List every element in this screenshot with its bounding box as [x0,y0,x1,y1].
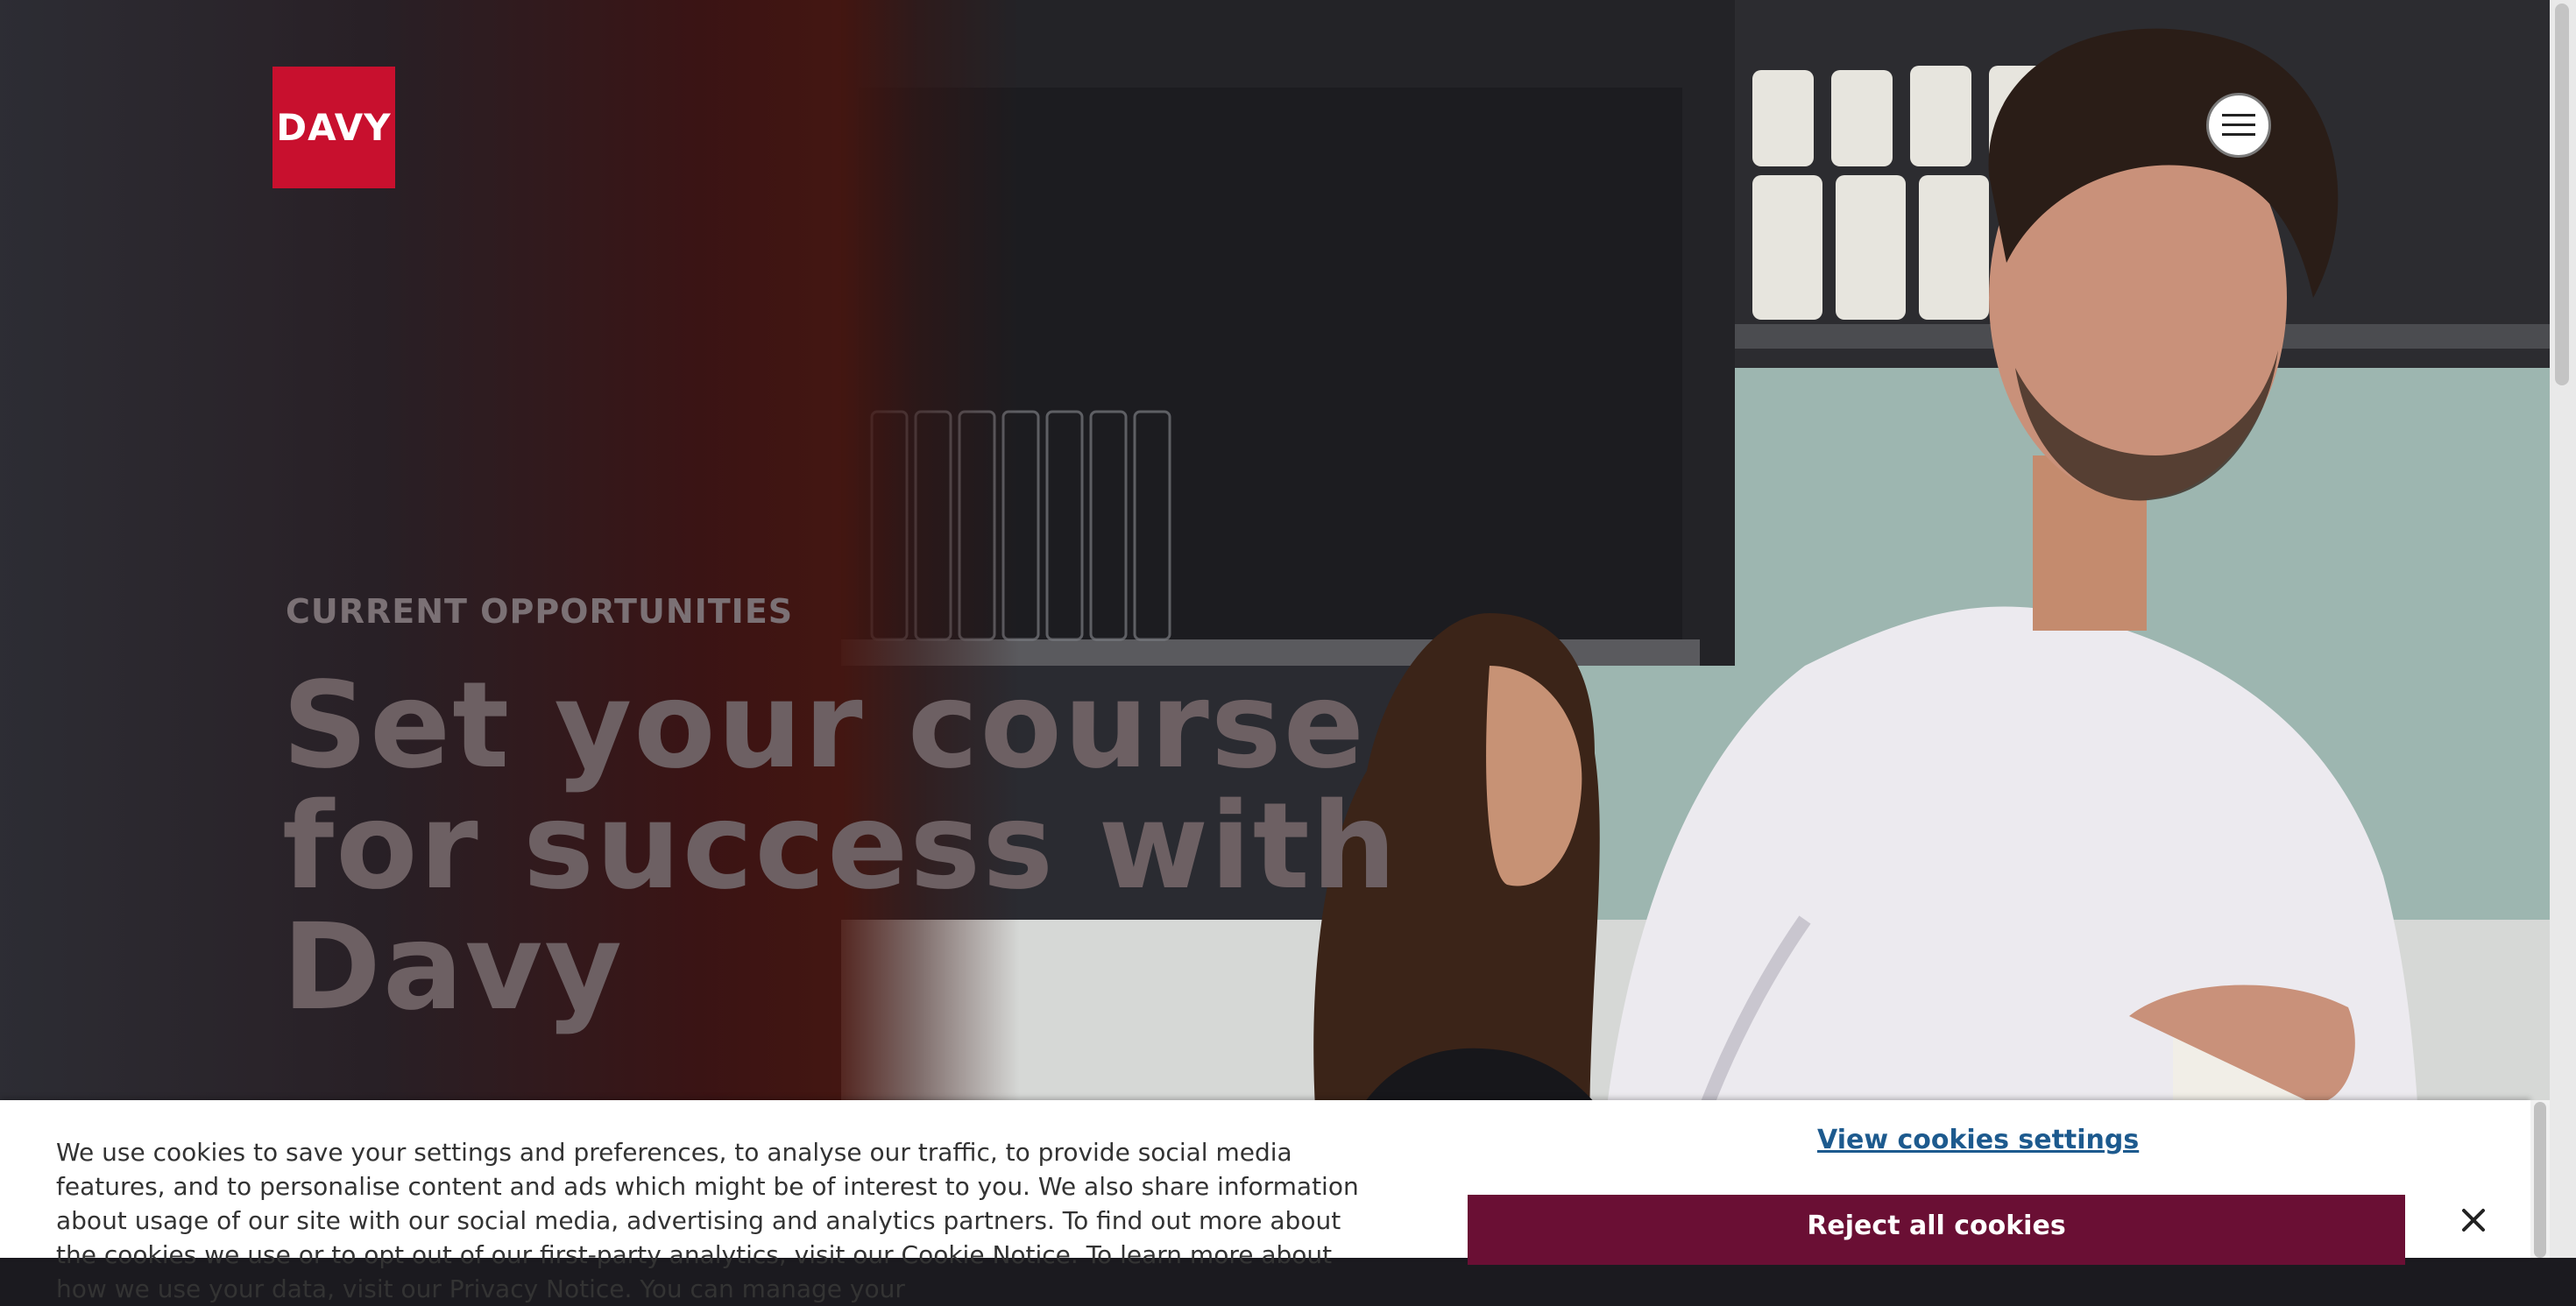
cookie-banner-text: We use cookies to save your settings and… [56,1138,1359,1303]
view-cookies-settings-link[interactable]: View cookies settings [1817,1125,2139,1155]
page-scrollbar[interactable] [2550,0,2576,1258]
davy-logo[interactable]: DAVY [272,67,395,188]
cookie-banner-scrollbar[interactable] [2530,1100,2550,1258]
reject-all-cookies-button[interactable]: Reject all cookies [1468,1195,2405,1265]
menu-button[interactable] [2206,93,2271,158]
hero-eyebrow: CURRENT OPPORTUNITIES [286,592,794,631]
hero-headline: Set your course for success with Davy [282,657,1398,1037]
close-icon[interactable] [2460,1207,2487,1233]
cookie-banner: We use cookies to save your settings and… [0,1100,2550,1303]
hero-section: DAVY CURRENT OPPORTUNITIES Set your cour… [0,0,2550,1258]
page-scrollbar-thumb[interactable] [2555,4,2569,385]
cookie-banner-scrollbar-thumb[interactable] [2534,1102,2546,1258]
hamburger-icon [2222,114,2255,136]
